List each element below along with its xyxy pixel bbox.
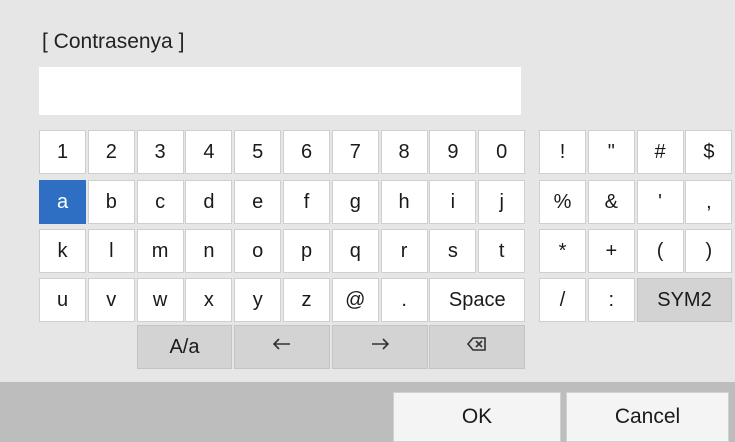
key-plus[interactable]: +: [587, 229, 635, 273]
key-6[interactable]: 6: [283, 130, 330, 174]
key-v[interactable]: v: [87, 278, 135, 322]
key-l[interactable]: l: [87, 229, 135, 273]
key-m[interactable]: m: [136, 229, 184, 273]
key-hash[interactable]: #: [636, 130, 684, 174]
key-i[interactable]: i: [429, 180, 477, 224]
key-q[interactable]: q: [331, 229, 379, 273]
key-f[interactable]: f: [283, 180, 330, 224]
key-o[interactable]: o: [234, 229, 282, 273]
key-y[interactable]: y: [234, 278, 282, 322]
key-7[interactable]: 7: [331, 130, 379, 174]
key-d[interactable]: d: [185, 180, 233, 224]
key-period[interactable]: .: [380, 278, 428, 322]
key-at[interactable]: @: [331, 278, 379, 322]
key-h[interactable]: h: [380, 180, 428, 224]
key-e[interactable]: e: [234, 180, 282, 224]
key-asterisk[interactable]: *: [539, 229, 586, 273]
key-double-quote[interactable]: ": [587, 130, 635, 174]
key-cursor-left[interactable]: [234, 325, 330, 369]
key-colon[interactable]: :: [587, 278, 635, 322]
key-r[interactable]: r: [380, 229, 428, 273]
cancel-button[interactable]: Cancel: [566, 392, 729, 442]
key-shift-toggle[interactable]: A/a: [136, 325, 233, 369]
key-a[interactable]: a: [39, 180, 86, 224]
key-cursor-right[interactable]: [331, 325, 428, 369]
backspace-icon: [465, 332, 489, 362]
key-space[interactable]: Space: [429, 278, 526, 322]
key-exclamation[interactable]: !: [539, 130, 586, 174]
password-input[interactable]: [39, 67, 521, 115]
key-5[interactable]: 5: [234, 130, 282, 174]
key-c[interactable]: c: [136, 180, 184, 224]
key-p[interactable]: p: [283, 229, 330, 273]
ok-button[interactable]: OK: [393, 392, 561, 442]
key-z[interactable]: z: [283, 278, 330, 322]
key-0[interactable]: 0: [478, 130, 526, 174]
key-2[interactable]: 2: [87, 130, 135, 174]
key-comma[interactable]: ,: [685, 180, 733, 224]
key-w[interactable]: w: [136, 278, 184, 322]
key-4[interactable]: 4: [185, 130, 233, 174]
key-apostrophe[interactable]: ': [636, 180, 684, 224]
dialog-title: [ Contrasenya ]: [42, 30, 185, 53]
key-n[interactable]: n: [185, 229, 233, 273]
key-b[interactable]: b: [87, 180, 135, 224]
key-right-paren[interactable]: ): [685, 229, 733, 273]
key-percent[interactable]: %: [539, 180, 586, 224]
key-ampersand[interactable]: &: [587, 180, 635, 224]
key-left-paren[interactable]: (: [636, 229, 684, 273]
key-k[interactable]: k: [39, 229, 86, 273]
key-sym-toggle[interactable]: SYM2: [636, 278, 733, 322]
arrow-right-icon: [368, 332, 392, 362]
key-3[interactable]: 3: [136, 130, 184, 174]
key-j[interactable]: j: [478, 180, 526, 224]
key-1[interactable]: 1: [39, 130, 86, 174]
arrow-left-icon: [270, 332, 294, 362]
key-9[interactable]: 9: [429, 130, 477, 174]
key-g[interactable]: g: [331, 180, 379, 224]
password-dialog: [ Contrasenya ] 1234567890 abcdefghij klmn…: [0, 0, 735, 442]
key-s[interactable]: s: [429, 229, 477, 273]
key-slash[interactable]: /: [539, 278, 586, 322]
key-dollar[interactable]: $: [685, 130, 733, 174]
key-u[interactable]: u: [39, 278, 86, 322]
key-backspace[interactable]: [429, 325, 526, 369]
key-8[interactable]: 8: [380, 130, 428, 174]
key-t[interactable]: t: [478, 229, 526, 273]
key-x[interactable]: x: [185, 278, 233, 322]
